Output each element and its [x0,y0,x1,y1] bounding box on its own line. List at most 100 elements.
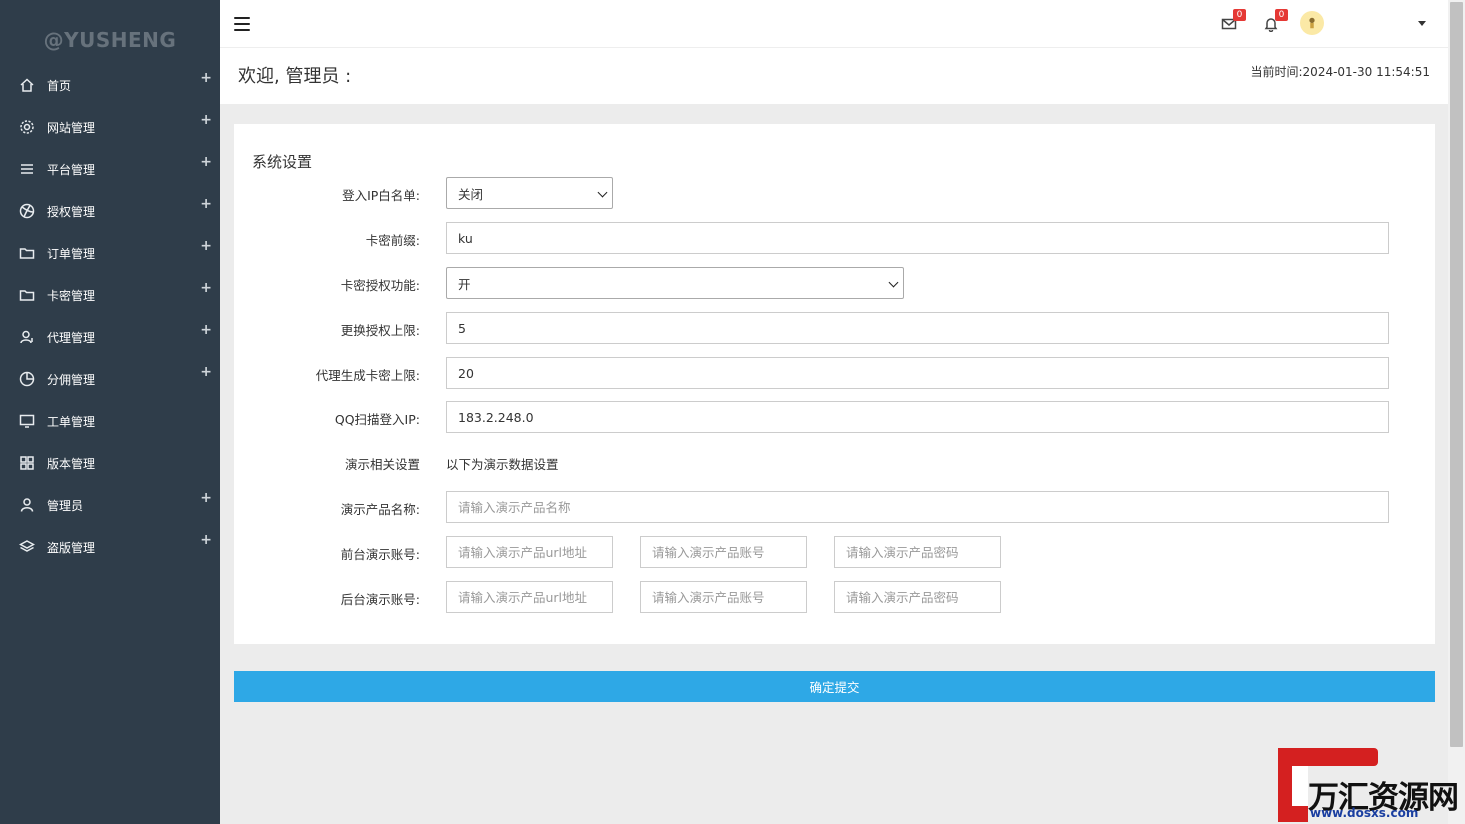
row-back-demo: 后台演示账号: [234,581,1435,613]
sidebar-item-label: 分佣管理 [47,372,96,387]
row-change-limit: 更换授权上限: [234,312,1435,344]
expand-plus-icon[interactable]: + [200,322,212,338]
card-auth-label: 卡密授权功能: [340,278,420,293]
back-demo-account-input[interactable] [640,581,807,613]
sidebar-item-label: 授权管理 [47,204,96,219]
expand-plus-icon[interactable]: + [200,112,212,128]
front-demo-account-input[interactable] [640,536,807,568]
sidebar-item-label: 卡密管理 [47,288,96,303]
sidebar-item-label: 版本管理 [47,456,96,471]
pie-icon [18,370,36,388]
sidebar-item-label: 平台管理 [47,162,96,177]
monitor-icon [18,412,36,430]
demo-settings-note: 以下为演示数据设置 [446,457,559,472]
sidebar-item-3[interactable]: 授权管理 + [0,190,220,232]
avatar[interactable] [1300,11,1324,35]
qq-ip-label: QQ扫描登入IP: [334,412,420,427]
expand-plus-icon[interactable]: + [200,154,212,170]
dribbble-icon [18,202,36,220]
scrollbar-thumb[interactable] [1450,2,1463,747]
row-ip-whitelist: 登入IP白名单: 关闭 [234,177,1435,209]
front-demo-url-input[interactable] [446,536,613,568]
ip-whitelist-label: 登入IP白名单: [342,188,420,203]
top-header: 0 0 [220,0,1448,48]
home-icon [18,76,36,94]
change-limit-input[interactable] [446,312,1389,344]
row-card-auth: 卡密授权功能: 开 [234,267,1435,299]
expand-plus-icon[interactable]: + [200,532,212,548]
layers-icon [18,538,36,556]
sidebar-item-1[interactable]: 网站管理 + [0,106,220,148]
ip-whitelist-value: 关闭 [458,186,484,202]
expand-plus-icon[interactable]: + [200,70,212,86]
demo-name-label: 演示产品名称: [340,502,420,517]
welcome-bar: 欢迎, 管理员 : 当前时间:2024-01-30 11:54:51 [220,48,1448,104]
watermark-inner [1292,766,1308,806]
sidebar-item-10[interactable]: 管理员 + [0,484,220,526]
sidebar-item-8[interactable]: 工单管理 [0,400,220,442]
folder-icon [18,244,36,262]
watermark-url: www.dosxs.com [1310,806,1419,820]
hamburger-menu-icon[interactable] [234,17,250,31]
sidebar-item-2[interactable]: 平台管理 + [0,148,220,190]
sidebar-item-label: 首页 [47,78,72,93]
chevron-down-icon [888,277,899,288]
card-prefix-input[interactable] [446,222,1389,254]
user-icon [18,496,36,514]
row-qq-ip: QQ扫描登入IP: [234,401,1435,433]
back-demo-url-input[interactable] [446,581,613,613]
expand-plus-icon[interactable]: + [200,280,212,296]
sidebar-item-label: 代理管理 [47,330,96,345]
watermark-logo: 万汇资源网 www.dosxs.com [1278,748,1463,822]
watermark-top-bar [1278,748,1378,766]
gear-icon [18,118,36,136]
qq-ip-input[interactable] [446,401,1389,433]
agent-limit-label: 代理生成卡密上限: [315,368,420,383]
grid-icon [18,454,36,472]
front-demo-label: 前台演示账号: [340,547,420,562]
mail-icon[interactable]: 0 [1221,9,1246,34]
user-dropdown-caret-icon[interactable] [1418,21,1426,26]
sidebar-item-6[interactable]: 代理管理 + [0,316,220,358]
sidebar-item-label: 订单管理 [47,246,96,261]
card-auth-select[interactable]: 开 [446,267,904,299]
chevron-down-icon [597,187,608,198]
current-time: 当前时间:2024-01-30 11:54:51 [1250,65,1431,79]
card-prefix-label: 卡密前缀: [365,233,420,248]
agent-limit-input[interactable] [446,357,1389,389]
demo-name-input[interactable] [446,491,1389,523]
page-title: 欢迎, 管理员 : [238,66,352,87]
card-auth-value: 开 [458,276,471,292]
sidebar-item-label: 管理员 [47,498,84,513]
row-agent-limit: 代理生成卡密上限: [234,357,1435,389]
ip-whitelist-select[interactable]: 关闭 [446,177,613,209]
submit-button[interactable]: 确定提交 [234,671,1435,702]
expand-plus-icon[interactable]: + [200,238,212,254]
mail-badge: 0 [1233,9,1246,21]
sidebar-item-0[interactable]: 首页 + [0,64,220,106]
sidebar-item-7[interactable]: 分佣管理 + [0,358,220,400]
system-settings-card: 系统设置 登入IP白名单: 关闭 卡密前缀: 卡密授权功能: 开 更换授权上限:… [234,124,1435,644]
expand-plus-icon[interactable]: + [200,196,212,212]
back-demo-label: 后台演示账号: [340,592,420,607]
bell-icon[interactable]: 0 [1263,9,1288,34]
sidebar-item-label: 网站管理 [47,120,96,135]
front-demo-password-input[interactable] [834,536,1001,568]
change-limit-label: 更换授权上限: [340,323,420,338]
row-card-prefix: 卡密前缀: [234,222,1435,254]
expand-plus-icon[interactable]: + [200,490,212,506]
row-demo-settings: 演示相关设置 以下为演示数据设置 [234,446,1435,478]
row-demo-name: 演示产品名称: [234,491,1435,523]
back-demo-password-input[interactable] [834,581,1001,613]
sidebar-item-label: 工单管理 [47,414,96,429]
sidebar-item-11[interactable]: 盗版管理 + [0,526,220,568]
expand-plus-icon[interactable]: + [200,364,212,380]
sidebar: @YUSHENG 首页 + 网站管理 + 平台管理 + 授权管理 + 订单管理 + 卡密管理 + 代理管… [0,0,220,824]
row-front-demo: 前台演示账号: [234,536,1435,568]
sidebar-item-4[interactable]: 订单管理 + [0,232,220,274]
sidebar-item-5[interactable]: 卡密管理 + [0,274,220,316]
menu-icon [18,160,36,178]
demo-settings-label: 演示相关设置 [344,457,420,472]
sidebar-item-9[interactable]: 版本管理 [0,442,220,484]
folder-icon [18,286,36,304]
